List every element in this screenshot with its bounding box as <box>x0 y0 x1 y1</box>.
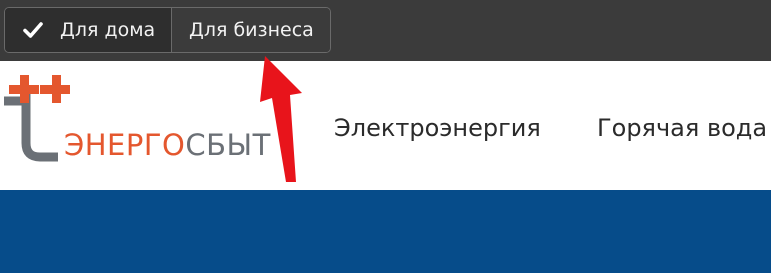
page: Для дома Для бизнеса ЭНЕРГОСБЫТ Электроэ… <box>0 0 771 273</box>
for-home-button[interactable]: Для дома <box>5 8 172 52</box>
logo-text-sbyt: СБЫТ <box>185 128 271 162</box>
for-business-button[interactable]: Для бизнеса <box>172 8 330 52</box>
for-home-label: Для дома <box>60 19 156 41</box>
hero-band <box>0 190 771 273</box>
energosbyt-logo[interactable]: ЭНЕРГОСБЫТ <box>0 61 270 190</box>
check-icon <box>23 21 43 39</box>
top-bar: Для дома Для бизнеса <box>0 0 771 61</box>
site-header: ЭНЕРГОСБЫТ Электроэнергия Горячая вода <box>0 61 771 190</box>
nav-electricity-link[interactable]: Электроэнергия <box>334 114 541 142</box>
logo-mark-icon <box>4 75 70 162</box>
for-business-label: Для бизнеса <box>189 19 314 41</box>
audience-switch: Для дома Для бизнеса <box>4 7 331 53</box>
nav-hot-water-link[interactable]: Горячая вода <box>597 114 767 142</box>
logo-wordmark: ЭНЕРГОСБЫТ <box>64 129 271 161</box>
logo-text-energo: ЭНЕРГО <box>64 128 186 162</box>
